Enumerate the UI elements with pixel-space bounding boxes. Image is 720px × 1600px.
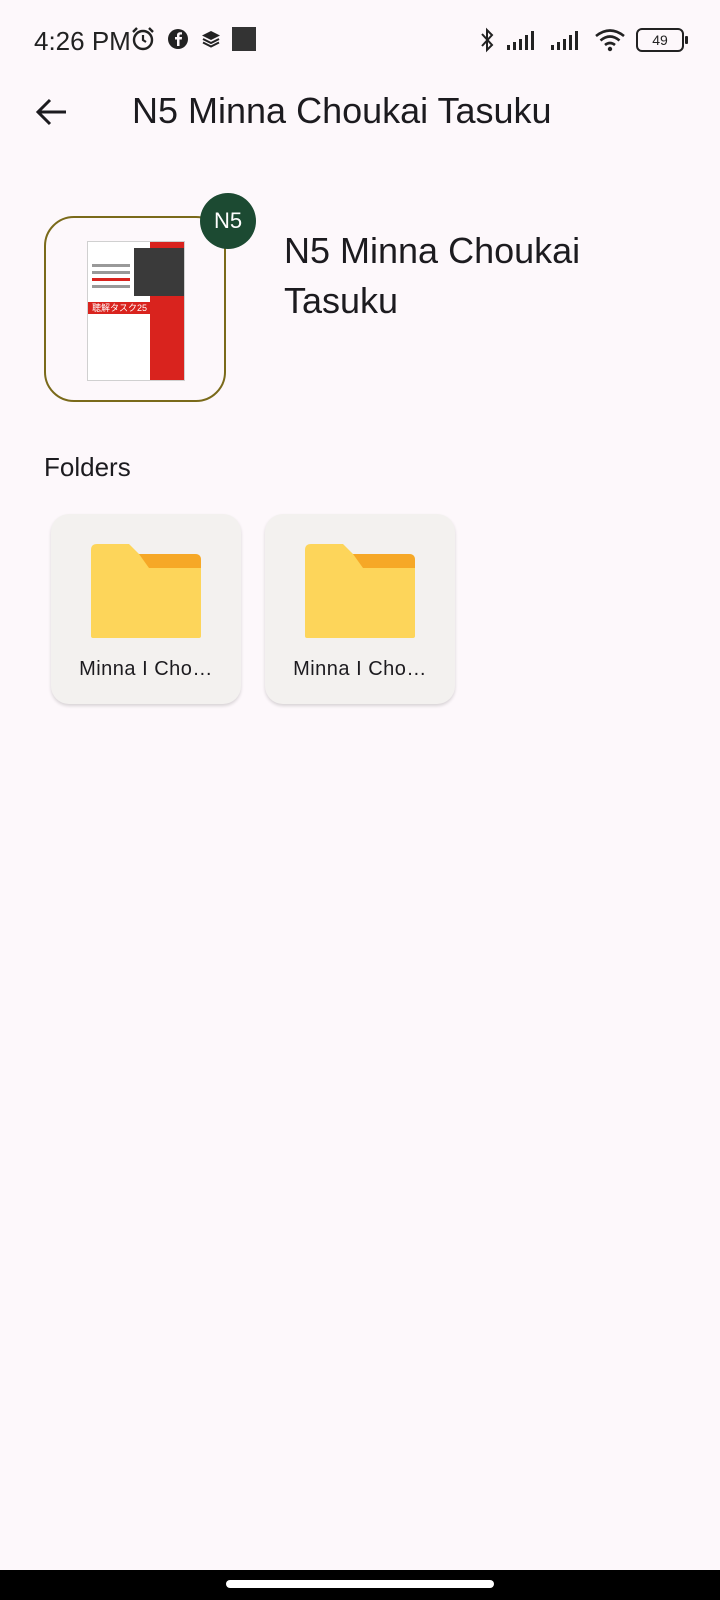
bluetooth-icon (481, 27, 494, 53)
book-name: N5 Minna Choukai Tasuku (284, 230, 581, 321)
folder-card[interactable]: Minna I Cho… (51, 514, 241, 704)
layers-icon (202, 31, 220, 48)
battery-icon: 49 (636, 28, 688, 52)
square-icon (232, 27, 256, 51)
status-left-icons (130, 26, 256, 52)
system-nav-bar (0, 1570, 720, 1600)
app-bar: N5 Minna Choukai Tasuku (0, 80, 720, 144)
arrow-back-icon (35, 98, 66, 126)
folder-label: Minna I Cho… (79, 658, 213, 680)
facebook-icon (168, 29, 188, 49)
back-button[interactable] (28, 88, 76, 136)
folders-section-title: Folders (44, 452, 131, 482)
status-time: 4:26 PM (34, 26, 131, 56)
book-cover-image: 聴解タスク25 (88, 242, 184, 380)
home-indicator[interactable] (226, 1580, 494, 1588)
signal-icon (507, 31, 534, 50)
status-right-icons: 49 (478, 26, 688, 54)
book-cover-title: 聴解タスク25 (88, 302, 184, 314)
alarm-icon (132, 27, 154, 51)
book-cover-frame[interactable]: 聴解タスク25 (44, 216, 226, 402)
folder-icon (305, 544, 415, 638)
wifi-icon (595, 29, 625, 52)
folder-label: Minna I Cho… (293, 658, 427, 680)
status-bar: 4:26 PM 49 (0, 0, 720, 80)
page-title: N5 Minna Choukai Tasuku (132, 90, 552, 131)
signal-icon (551, 31, 578, 50)
folder-icon (91, 544, 201, 638)
screen: 4:26 PM 49 N5 Minna Choukai Tasuku 聴解タスク… (0, 0, 720, 1600)
folder-card[interactable]: Minna I Cho… (265, 514, 455, 704)
level-badge: N5 (200, 193, 256, 249)
